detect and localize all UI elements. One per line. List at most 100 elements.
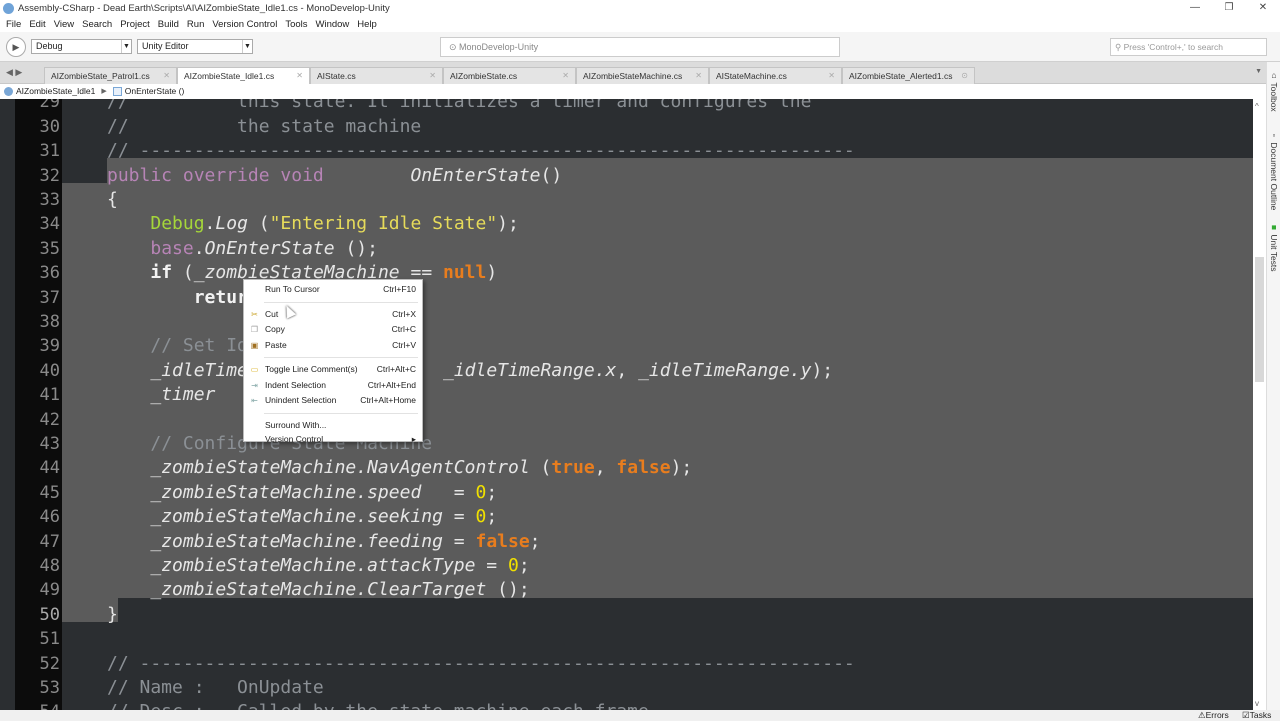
code-text: // Set Id [107, 334, 248, 358]
unit-tests-pad[interactable]: ■ Unit Tests [1269, 222, 1279, 272]
close-tab-icon[interactable]: ✕ [828, 68, 835, 84]
code-token: "Entering Idle State" [269, 213, 498, 235]
vertical-scrollbar[interactable]: ^ v [1253, 99, 1266, 710]
toolbar: ▶ Debug ▼ Unity Editor ▼ ⊙ MonoDevelop-Uni… [0, 32, 1280, 62]
menu-window[interactable]: Window [316, 19, 350, 30]
menu-edit[interactable]: Edit [29, 19, 45, 30]
code-token: , [616, 359, 639, 381]
menu-item-shortcut: Ctrl+V [392, 339, 416, 350]
close-tab-icon[interactable]: ⊙ [961, 68, 968, 84]
tab-6[interactable]: AIZombieState_Alerted1.cs ⊙ [842, 67, 975, 84]
code-text: public override void OnEnterState() [107, 164, 562, 188]
code-token: _zombieStateMachine.NavAgentControl [150, 457, 530, 479]
menu-item-paste[interactable]: ▣ Paste Ctrl+V [244, 338, 422, 352]
menu-file[interactable]: File [6, 19, 21, 30]
minimize-button[interactable]: — [1178, 0, 1212, 16]
menu-build[interactable]: Build [158, 19, 179, 30]
menu-item-label: Paste [265, 339, 287, 350]
breadcrumb: AIZombieState_Idle1 ▶ OnEnterState () [0, 84, 1266, 99]
code-editor[interactable]: 29 // this state. It initializes a timer … [0, 99, 1253, 710]
menu-item-cut[interactable]: ✂ Cut Ctrl+X [244, 307, 422, 321]
toolbox-pad[interactable]: ⌂ Toolbox [1269, 70, 1279, 112]
document-outline-pad[interactable]: ▫ Document Outline [1269, 130, 1279, 210]
code-token: = [442, 530, 476, 552]
code-token: ; [518, 555, 530, 576]
code-token: ; [529, 530, 541, 552]
search-input[interactable]: ⚲ Press 'Control+,' to search [1110, 38, 1267, 56]
code-text: _zombieStateMachine.speed = 0; [107, 481, 497, 505]
close-tab-icon[interactable]: ✕ [296, 68, 303, 84]
tab-nav-arrows[interactable]: ◀ ▶ [6, 67, 22, 78]
breadcrumb-class[interactable]: AIZombieState_Idle1 [16, 84, 95, 99]
code-line: 52 // -----------------------------------… [0, 652, 1253, 676]
menu-run[interactable]: Run [187, 19, 204, 30]
code-token: _zombieStateMachine.ClearTarget [150, 579, 487, 601]
target-select[interactable]: Unity Editor ▼ [137, 39, 253, 54]
menu-item-label: Toggle Line Comment(s) [265, 364, 358, 374]
code-token: _zombieStateMachine.seeking [150, 506, 443, 528]
menu-tools[interactable]: Tools [285, 19, 307, 30]
restore-button[interactable]: ❐ [1212, 0, 1246, 16]
menu-item-shortcut: Ctrl+Alt+Home [360, 395, 416, 405]
menu-item-shortcut: Ctrl+Alt+C [376, 364, 416, 374]
line-number: 32 [39, 165, 60, 186]
tab-0[interactable]: AIZombieState_Patrol1.cs ✕ [44, 67, 177, 84]
menu-item-label: Cut [265, 308, 279, 319]
code-token: ( [529, 457, 552, 479]
menu-view[interactable]: View [54, 19, 74, 30]
menu-project[interactable]: Project [120, 19, 150, 30]
menu-item-shortcut: Ctrl+C [391, 324, 416, 334]
context-menu: Run To Cursor Ctrl+F10 ✂ Cut Ctrl+X ❐ Copy Ctrl… [243, 279, 423, 444]
menu-item-run-to-cursor[interactable]: Run To Cursor Ctrl+F10 [244, 282, 422, 296]
line-number: 49 [39, 580, 60, 601]
menu-bar: File Edit View Search Project Build Run Version… [0, 16, 1280, 32]
errors-button[interactable]: ⚠ Errors [1198, 710, 1229, 721]
code-token: _zombieStateMachine.speed [150, 481, 422, 503]
menu-version-control[interactable]: Version Control [212, 19, 277, 30]
menu-item-copy[interactable]: ❐ Copy Ctrl+C [244, 322, 422, 336]
configuration-select[interactable]: Debug ▼ [31, 39, 132, 54]
code-token: ; [486, 481, 498, 503]
close-tab-icon[interactable]: ✕ [695, 68, 702, 84]
tab-4[interactable]: AIZombieStateMachine.cs ✕ [576, 67, 709, 84]
close-tab-icon[interactable]: ✕ [163, 68, 170, 84]
copy-icon: ❐ [250, 325, 259, 334]
tab-list-dropdown[interactable]: ▼ [1255, 68, 1262, 75]
code-token: // -------------------------------------… [107, 652, 855, 674]
tab-1[interactable]: AIZombieState_Idle1.cs ✕ [177, 67, 310, 84]
menu-item-label: Surround With... [265, 419, 327, 430]
code-token: _idleTime [150, 359, 248, 381]
indent-icon: ⇥ [251, 380, 258, 390]
menu-item-surround-with[interactable]: Surround With... [244, 418, 422, 432]
menu-item-unindent-selection[interactable]: ⇤ Unindent Selection Ctrl+Alt+Home [244, 393, 422, 407]
menu-help[interactable]: Help [357, 19, 377, 30]
menu-item-version-control[interactable]: Version Control ▸ [244, 432, 422, 446]
code-line: 48 _zombieStateMachine.attackType = 0; [0, 554, 1253, 578]
menu-search[interactable]: Search [82, 19, 112, 30]
close-button[interactable]: ✕ [1246, 0, 1280, 16]
scroll-down-icon[interactable]: v [1255, 699, 1259, 708]
right-dock-bar: ⌂ Toolbox ▫ Document Outline ■ Unit Test… [1266, 62, 1280, 710]
menu-item-toggle-line-comment-s[interactable]: ▭ Toggle Line Comment(s) Ctrl+Alt+C [244, 362, 422, 376]
close-tab-icon[interactable]: ✕ [429, 68, 436, 84]
code-token: // Name : OnUpdate [107, 677, 324, 698]
tab-3[interactable]: AIZombieState.cs ✕ [443, 67, 576, 84]
tab-5[interactable]: AIStateMachine.cs ✕ [709, 67, 842, 84]
scroll-up-icon[interactable]: ^ [1255, 102, 1259, 111]
document-tabs: ◀ ▶ ▼ AIZombieState_Patrol1.cs ✕ AIZombieS… [0, 62, 1266, 84]
close-tab-icon[interactable]: ✕ [562, 68, 569, 84]
run-button[interactable]: ▶ [6, 37, 26, 57]
menu-item-label: Copy [265, 324, 285, 334]
code-text: _zombieStateMachine.NavAgentControl (tru… [107, 456, 692, 480]
tab-2[interactable]: AIState.cs ✕ [310, 67, 443, 84]
tasks-button[interactable]: ☑ Tasks [1242, 710, 1271, 721]
line-number: 37 [39, 287, 60, 308]
code-line: 30 // the state machine [0, 115, 1253, 139]
code-line: 29 // this state. It initializes a timer … [0, 99, 1253, 115]
code-token: (); [486, 579, 530, 601]
line-number: 42 [39, 409, 60, 430]
menu-item-indent-selection[interactable]: ⇥ Indent Selection Ctrl+Alt+End [244, 378, 422, 392]
breadcrumb-method[interactable]: OnEnterState () [125, 84, 185, 99]
scrollbar-thumb[interactable] [1255, 257, 1264, 382]
outline-label: Document Outline [1269, 142, 1279, 211]
